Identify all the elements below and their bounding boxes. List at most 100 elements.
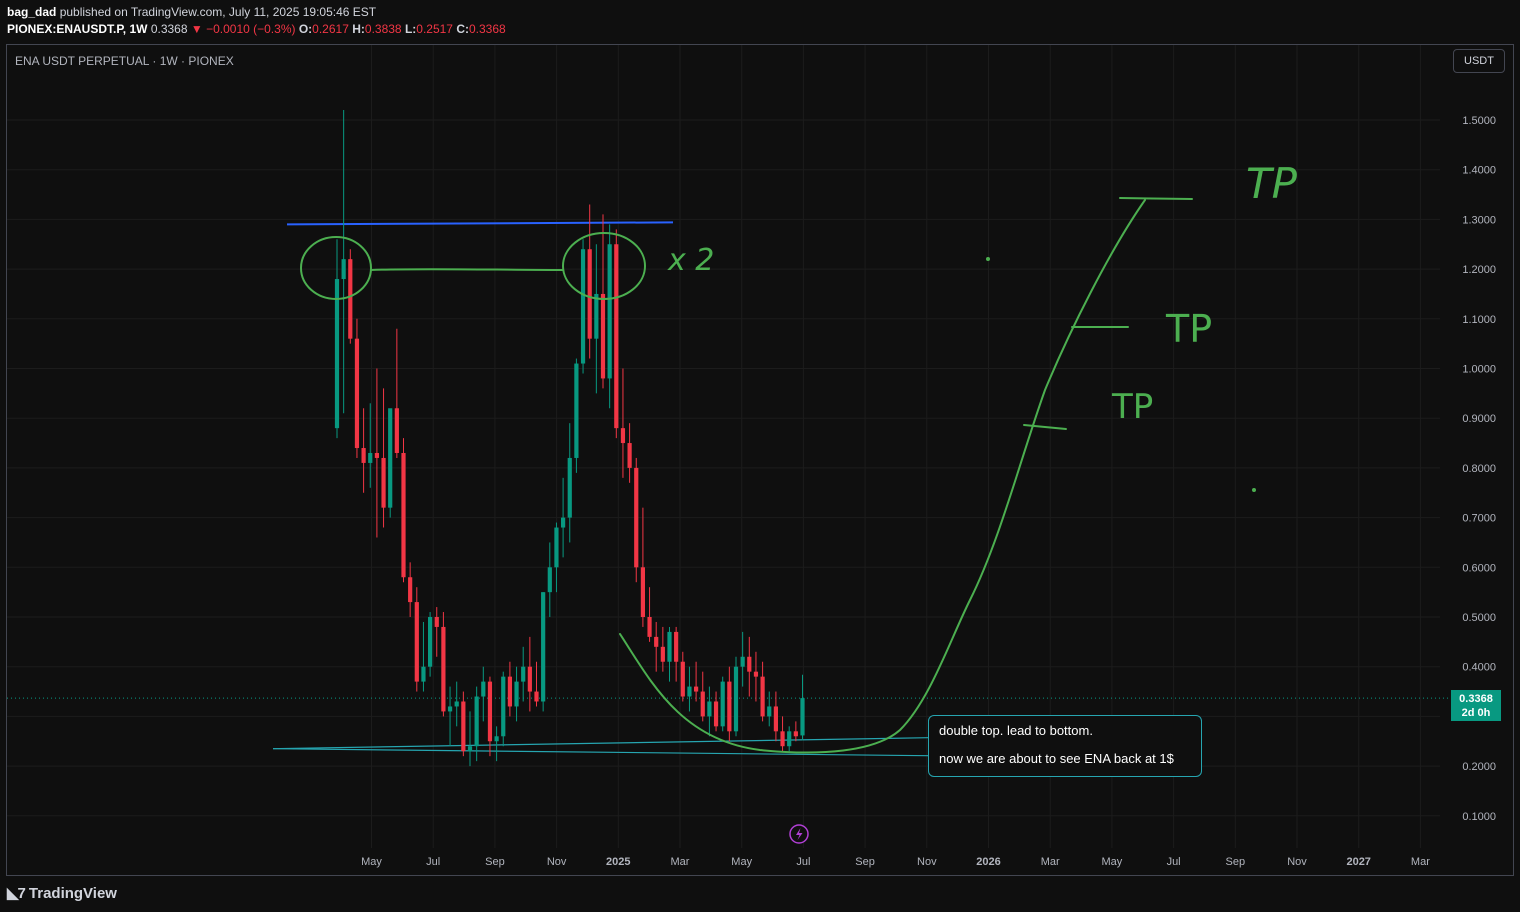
price-tick-label: 1.3000	[1462, 214, 1496, 226]
candle-body	[767, 706, 772, 717]
candle-body	[441, 626, 446, 712]
time-tick-label: Sep	[485, 856, 505, 868]
candle-body	[414, 602, 419, 682]
tops-connector	[370, 268, 564, 271]
candle-body	[667, 631, 672, 662]
candle-body	[481, 681, 486, 697]
time-tick-label: May	[1102, 856, 1123, 868]
second-top-circle	[562, 232, 646, 300]
candle-body	[654, 636, 659, 647]
candle-body	[547, 567, 552, 593]
target-mark-top	[1119, 197, 1193, 200]
price-tag-countdown: 2d 0h	[1461, 707, 1491, 719]
tradingview-logo-text: TradingView	[28, 885, 117, 902]
candle-body	[541, 592, 546, 702]
candle-body	[674, 631, 679, 662]
candle-body	[753, 671, 759, 677]
resistance-line	[286, 221, 674, 226]
candle-body	[647, 617, 652, 637]
time-tick-label: Mar	[1411, 856, 1430, 868]
candle-body	[660, 646, 665, 662]
candle-body	[580, 249, 586, 364]
candle-body	[607, 244, 612, 379]
candle-body	[334, 279, 340, 429]
candle-body	[527, 666, 532, 692]
candle-body	[720, 681, 725, 727]
time-axis: May Jul Sep Nov 2025 Mar May Jul Sep Nov 2026 Mar Ma…	[361, 856, 1430, 868]
candle-body	[554, 527, 559, 568]
lightning-icon[interactable]	[789, 824, 809, 844]
candle-body	[587, 249, 592, 339]
time-tick-label: 2026	[976, 856, 1000, 868]
candle-body	[740, 656, 745, 667]
candle-body	[707, 701, 712, 717]
price-tick-label: 0.9000	[1462, 413, 1496, 425]
candle-body	[614, 244, 619, 429]
last-price-tag: 0.3368 2d 0h	[1451, 690, 1501, 721]
candle-body	[627, 443, 632, 468]
tp-label-top: TP	[1246, 159, 1298, 208]
level-lines	[7, 221, 1450, 757]
candle-body	[567, 457, 572, 518]
price-tick-label: 0.6000	[1462, 562, 1496, 574]
candle-body	[760, 676, 765, 717]
candle-body	[447, 706, 453, 712]
candle-body	[727, 681, 732, 732]
tp-label-low: TP	[1111, 387, 1153, 427]
price-tick-label: 0.7000	[1462, 513, 1496, 525]
price-chart[interactable]: 0.10000.20000.30000.40000.50000.60000.70…	[0, 0, 1520, 912]
time-tick-label: Mar	[671, 856, 690, 868]
candle-body	[514, 681, 519, 707]
candle-body	[361, 448, 366, 463]
candle-body	[461, 701, 466, 752]
price-tick-label: 0.4000	[1462, 662, 1496, 674]
candle-body	[713, 701, 719, 727]
candle-body	[594, 293, 599, 339]
price-tick-label: 1.1000	[1462, 314, 1496, 326]
time-tick-label: 2025	[606, 856, 630, 868]
time-tick-label: 2027	[1346, 856, 1370, 868]
time-tick-label: Sep	[855, 856, 875, 868]
price-tick-label: 1.4000	[1462, 165, 1496, 177]
candle-body	[494, 736, 499, 742]
candle-body	[574, 363, 579, 458]
candle-body	[747, 656, 752, 672]
time-tick-label: May	[361, 856, 382, 868]
candle-body	[640, 567, 645, 617]
time-tick-label: Jul	[426, 856, 440, 868]
callout-note[interactable]: double top. lead to bottom. now we are a…	[928, 715, 1202, 777]
price-tick-label: 1.5000	[1462, 115, 1496, 127]
candle-body	[341, 259, 346, 280]
candle-body	[773, 706, 778, 732]
candle-body	[401, 452, 406, 578]
candle-body	[428, 617, 433, 667]
grid-lines	[7, 45, 1440, 848]
candle-body	[374, 452, 379, 458]
price-tick-label: 0.2000	[1462, 761, 1496, 773]
candle-body	[793, 731, 798, 737]
tradingview-logo-icon: ◣7	[7, 885, 26, 902]
candle-body	[600, 293, 606, 379]
candle-body	[408, 577, 413, 603]
drawing-dot	[986, 257, 990, 261]
candle-body	[474, 696, 479, 747]
candle-body	[507, 676, 512, 707]
currency-unit-button[interactable]: USDT	[1453, 49, 1505, 73]
candle-body	[381, 457, 386, 508]
candle-body	[780, 731, 785, 747]
candle-body	[467, 746, 473, 752]
price-tick-label: 0.1000	[1462, 811, 1496, 823]
candle-body	[620, 428, 626, 444]
candle-body	[800, 698, 805, 736]
drawing-dot	[1252, 488, 1256, 492]
price-tick-label: 0.5000	[1462, 612, 1496, 624]
time-tick-label: Jul	[796, 856, 810, 868]
candle-body	[421, 666, 426, 682]
x2-label: x 2	[667, 243, 714, 278]
chart-title: ENA USDT PERPETUAL · 1W · PIONEX	[15, 54, 234, 68]
tradingview-logo[interactable]: ◣7 TradingView	[7, 884, 117, 902]
candle-body	[561, 517, 566, 528]
time-tick-label: Nov	[1287, 856, 1307, 868]
note-line-2: now we are about to see ENA back at 1$	[939, 751, 1174, 766]
candles	[334, 110, 805, 767]
